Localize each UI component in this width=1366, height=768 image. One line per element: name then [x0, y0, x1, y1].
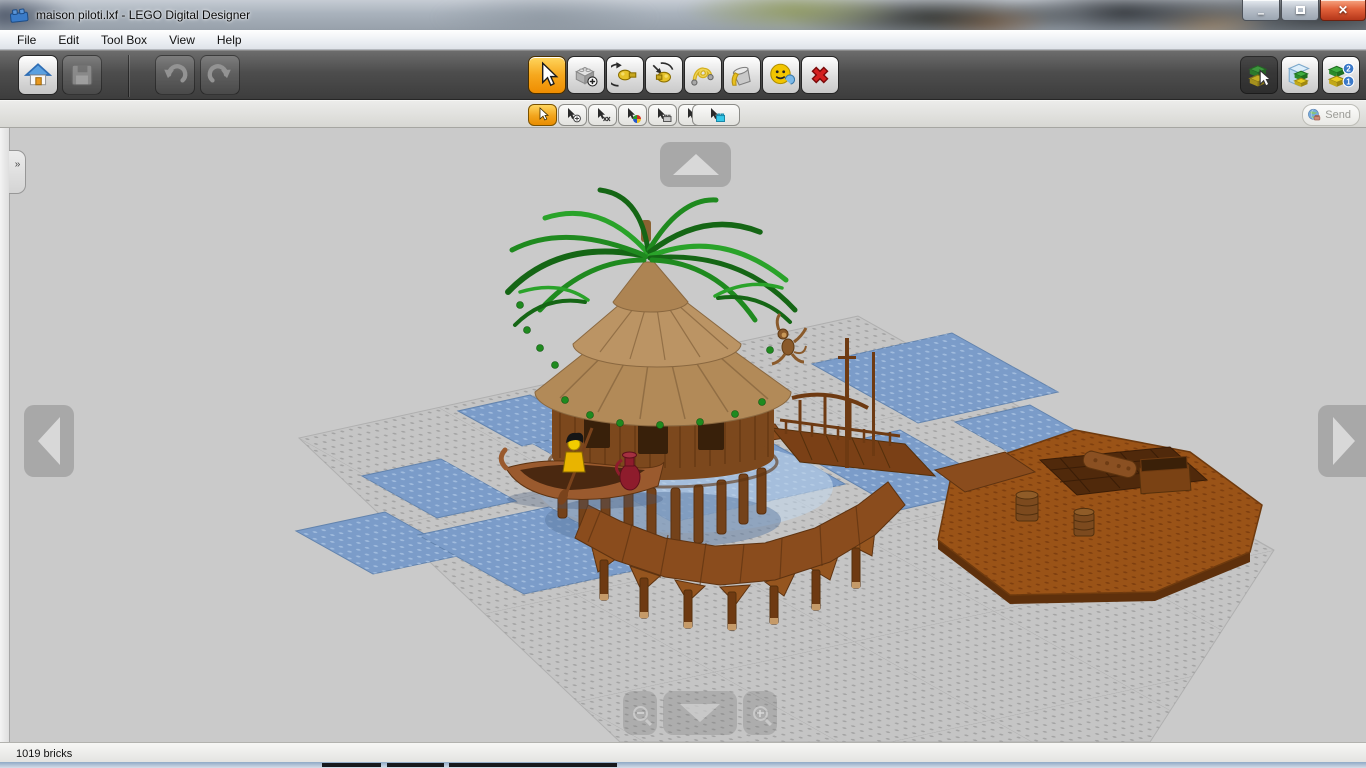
select-single-icon: [539, 107, 549, 121]
paint-bucket-icon: [731, 66, 751, 86]
clone-tool-button[interactable]: [567, 56, 605, 94]
menu-edit[interactable]: Edit: [47, 31, 90, 49]
restore-button[interactable]: [1281, 0, 1319, 21]
brick-count: 1019 bricks: [16, 748, 73, 760]
palette-strip: [0, 128, 10, 742]
camera-down-button[interactable]: [663, 691, 737, 735]
raft-crate: [1138, 455, 1192, 495]
hinge-icon: [611, 62, 637, 87]
ldd-window: maison piloti.lxf - LEGO Digital Designe…: [0, 0, 1366, 768]
menu-view[interactable]: View: [158, 31, 206, 49]
select-tool-button[interactable]: [528, 56, 566, 94]
flex-tool-button[interactable]: [684, 56, 722, 94]
palette-expander-button[interactable]: »: [9, 150, 26, 194]
zoom-out-button[interactable]: [623, 691, 657, 735]
select-multiple-icon: [597, 108, 610, 122]
select-by-shape-button[interactable]: [648, 104, 677, 126]
camera-left-button[interactable]: [24, 405, 74, 477]
right-arrow-icon: [1333, 417, 1355, 465]
globe-icon: [1308, 108, 1321, 121]
menu-toolbox[interactable]: Tool Box: [90, 31, 158, 49]
main-toolbar: 2 1: [0, 50, 1366, 100]
lego-scene: [294, 187, 1275, 742]
delete-x-icon: [811, 66, 829, 84]
select-single-button[interactable]: [528, 104, 557, 126]
window-bottom-border: [0, 762, 1366, 768]
send-label: Send: [1325, 109, 1351, 121]
close-button[interactable]: ✕: [1320, 0, 1366, 21]
guide-badge-2: 2: [1346, 64, 1351, 73]
minifig-torso: [562, 451, 586, 473]
hide-tool-button[interactable]: [762, 56, 800, 94]
building-guide-icon: 2 1: [1327, 62, 1355, 88]
selection-variants-group: [528, 104, 707, 126]
toolbar-separator: [128, 55, 129, 97]
select-multiple-button[interactable]: [588, 104, 617, 126]
mast: [872, 352, 875, 456]
hinge-tool-button[interactable]: [606, 56, 644, 94]
build-mode-icon: [1248, 65, 1273, 87]
select-connected-button[interactable]: [692, 104, 740, 126]
save-icon: [71, 64, 93, 86]
select-add-icon: [567, 108, 581, 123]
left-arrow-icon: [38, 417, 60, 465]
window-controls: – ✕: [1242, 0, 1366, 21]
minifig-head-icon: [770, 63, 795, 85]
camera-up-button[interactable]: [660, 142, 731, 187]
restore-icon: [1295, 6, 1305, 14]
select-by-color-icon: [627, 108, 641, 123]
hinge-align-icon: [652, 62, 674, 83]
selection-sub-toolbar: Send: [0, 100, 1366, 128]
flex-hose-icon: [691, 67, 714, 86]
redo-button[interactable]: [200, 55, 240, 95]
minimize-icon: –: [1257, 6, 1265, 20]
view-mode-button[interactable]: [1281, 56, 1319, 94]
zoom-in-icon: [752, 705, 768, 721]
paint-tool-button[interactable]: [723, 56, 761, 94]
select-cursor-icon: [541, 61, 559, 87]
select-by-shape-icon: [657, 108, 671, 122]
minimize-button[interactable]: –: [1242, 0, 1280, 21]
building-guide-mode-button[interactable]: 2 1: [1322, 56, 1360, 94]
raft-barrel: [1073, 507, 1095, 537]
mode-group: 2 1: [1240, 56, 1360, 94]
close-icon: ✕: [1337, 3, 1349, 17]
up-arrow-icon: [672, 154, 719, 175]
send-button[interactable]: Send: [1302, 104, 1360, 126]
down-arrow-icon: [680, 704, 720, 722]
home-icon: [24, 63, 52, 86]
tool-group: [528, 56, 839, 94]
undo-icon: [164, 64, 188, 83]
taskbar-peek-segment: [449, 763, 617, 767]
clone-brick-icon: [575, 66, 598, 87]
expand-chevrons-icon: »: [14, 159, 20, 170]
view-mode-icon: [1287, 63, 1310, 87]
viewport-3d[interactable]: »: [0, 128, 1366, 742]
title-bar[interactable]: maison piloti.lxf - LEGO Digital Designe…: [0, 0, 1366, 30]
hinge-align-tool-button[interactable]: [645, 56, 683, 94]
save-button[interactable]: [62, 55, 102, 95]
menu-file[interactable]: File: [6, 31, 47, 49]
status-bar: 1019 bricks: [0, 742, 1366, 762]
zoom-in-button[interactable]: [743, 691, 777, 735]
select-by-color-button[interactable]: [618, 104, 647, 126]
camera-right-button[interactable]: [1318, 405, 1366, 477]
window-title: maison piloti.lxf - LEGO Digital Designe…: [36, 8, 251, 22]
undo-button[interactable]: [155, 55, 195, 95]
guide-badge-1: 1: [1346, 77, 1351, 86]
raft-barrel: [1015, 490, 1039, 522]
home-button[interactable]: [18, 55, 58, 95]
delete-tool-button[interactable]: [801, 56, 839, 94]
select-add-button[interactable]: [558, 104, 587, 126]
menu-bar: File Edit Tool Box View Help: [0, 30, 1366, 50]
zoom-out-icon: [632, 705, 648, 721]
build-mode-button[interactable]: [1240, 56, 1278, 94]
menu-help[interactable]: Help: [206, 31, 253, 49]
lego-brick-icon: [9, 6, 29, 24]
redo-icon: [207, 64, 231, 83]
select-connected-icon: [711, 108, 725, 122]
taskbar-peek-segment: [387, 763, 444, 767]
taskbar-peek-segment: [322, 763, 381, 767]
